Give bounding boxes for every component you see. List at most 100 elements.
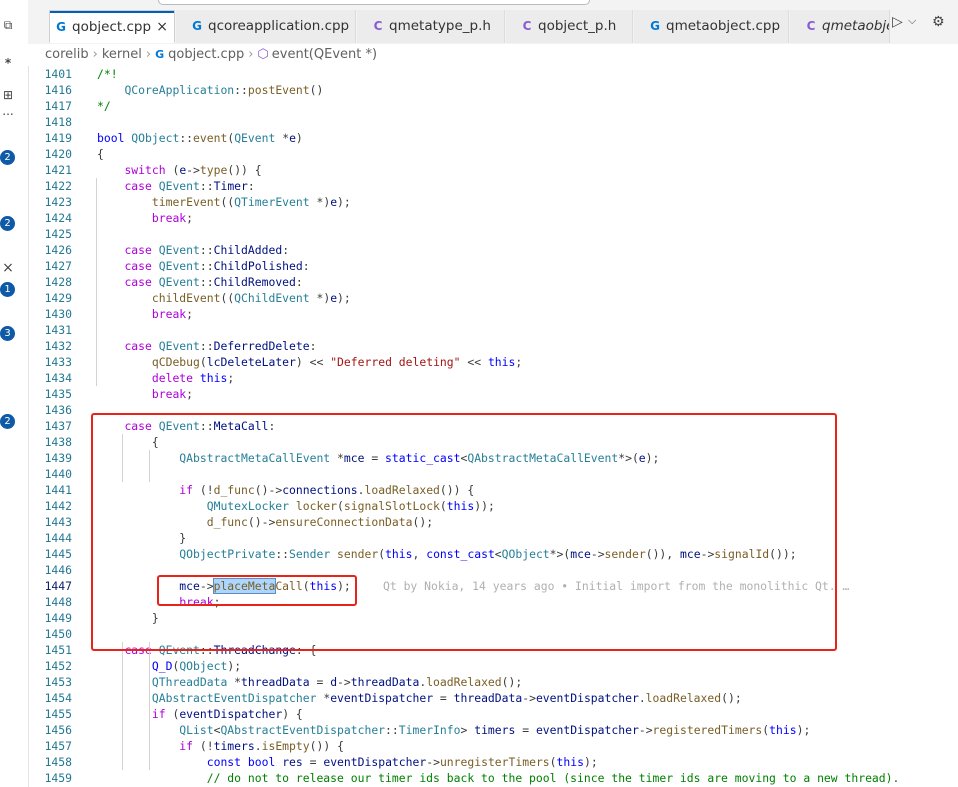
tab-qmetaobject-cpp[interactable]: Gqmetaobject.cpp	[634, 10, 789, 43]
code-text[interactable]: const bool res = eventDispatcher->unregi…	[97, 754, 598, 770]
code-line[interactable]: 1459 // do not to release our timer ids …	[28, 770, 958, 786]
badge[interactable]: 2	[0, 414, 15, 429]
chevron-down-icon[interactable]: ⌵	[908, 14, 916, 28]
code-line[interactable]: 1427 case QEvent::ChildPolished:	[28, 258, 958, 274]
run-icon[interactable]: ▷	[892, 14, 903, 30]
code-line[interactable]: 1428 case QEvent::ChildRemoved:	[28, 274, 958, 290]
tab-qobject-cpp[interactable]: Gqobject.cpp ×	[49, 10, 175, 43]
code-line[interactable]: 1439 QAbstractMetaCallEvent *mce = stati…	[28, 450, 958, 466]
code-line[interactable]: 1435 break;	[28, 386, 958, 402]
code-line[interactable]: 1418	[28, 114, 958, 130]
code-line[interactable]: 1420 {	[28, 146, 958, 162]
code-line[interactable]: 1445 QObjectPrivate::Sender sender(this,…	[28, 546, 958, 562]
code-line[interactable]: 1426 case QEvent::ChildAdded:	[28, 242, 958, 258]
code-text[interactable]: break;	[97, 594, 220, 610]
code-line[interactable]: 1433 qCDebug(lcDeleteLater) << "Deferred…	[28, 354, 958, 370]
code-text[interactable]: switch (e->type()) {	[97, 162, 261, 178]
tab-qmetaobject-h[interactable]: Cqmetaobjec	[790, 10, 890, 43]
close-icon[interactable]: ×	[0, 260, 16, 276]
code-line[interactable]: 1447 mce->placeMetaCall(this); Qt by Noki…	[28, 578, 958, 594]
code-line[interactable]: 1443 d_func()->ensureConnectionData();	[28, 514, 958, 530]
badge[interactable]: 2	[0, 216, 15, 231]
code-line[interactable]: 1429 childEvent((QChildEvent *)e);	[28, 290, 958, 306]
gear-icon[interactable]: ⚙	[932, 14, 945, 30]
badge[interactable]: 3	[0, 326, 15, 341]
code-text[interactable]: QMutexLocker locker(signalSlotLock(this)…	[97, 498, 495, 514]
copy-icon[interactable]: ⧉	[0, 18, 16, 33]
code-text[interactable]: {	[97, 146, 104, 162]
code-line[interactable]: 1444 }	[28, 530, 958, 546]
code-line[interactable]: 1456 QList<QAbstractEventDispatcher::Tim…	[28, 722, 958, 738]
code-line[interactable]: 1442 QMutexLocker locker(signalSlotLock(…	[28, 498, 958, 514]
code-text[interactable]: // do not to release our timer ids back …	[97, 770, 900, 786]
code-text[interactable]: break;	[97, 210, 193, 226]
code-line[interactable]: 1455 if (eventDispatcher) {	[28, 706, 958, 722]
code-text[interactable]: QObjectPrivate::Sender sender(this, cons…	[97, 546, 796, 562]
code-line[interactable]: 1437 case QEvent::MetaCall:	[28, 418, 958, 434]
code-text[interactable]: if (eventDispatcher) {	[97, 706, 303, 722]
code-text[interactable]: case QEvent::ChildRemoved:	[97, 274, 302, 290]
code-line[interactable]: 1453 QThreadData *threadData = d->thread…	[28, 674, 958, 690]
code-text[interactable]: QThreadData *threadData = d->threadData.…	[97, 674, 522, 690]
code-line[interactable]: 1417 */	[28, 98, 958, 114]
code-line[interactable]: 1421 switch (e->type()) {	[28, 162, 958, 178]
code-line[interactable]: 1401 /*!	[28, 66, 958, 82]
code-line[interactable]: 1451 case QEvent::ThreadChange: {	[28, 642, 958, 658]
code-line[interactable]: 1416 QCoreApplication::postEvent()	[28, 82, 958, 98]
code-editor[interactable]: 1401 /*! 1416 QCoreApplication::postEvent(…	[28, 66, 958, 787]
code-text[interactable]: case QEvent::ThreadChange: {	[97, 642, 316, 658]
code-text[interactable]: childEvent((QChildEvent *)e);	[97, 290, 351, 306]
code-text[interactable]: }	[97, 530, 186, 546]
code-line[interactable]: 1440	[28, 466, 958, 482]
code-text[interactable]: delete this;	[97, 370, 234, 386]
code-text[interactable]: qCDebug(lcDeleteLater) << "Deferred dele…	[97, 354, 522, 370]
code-text[interactable]: case QEvent::MetaCall:	[97, 418, 275, 434]
code-text[interactable]: mce->placeMetaCall(this);	[97, 578, 351, 594]
code-text[interactable]: {	[97, 434, 159, 450]
code-text[interactable]: bool QObject::event(QEvent *e)	[97, 130, 303, 146]
code-line[interactable]: 1449 }	[28, 610, 958, 626]
code-line[interactable]: 1419 bool QObject::event(QEvent *e)	[28, 130, 958, 146]
code-line[interactable]: 1448 break;	[28, 594, 958, 610]
code-text[interactable]: break;	[97, 386, 193, 402]
code-line[interactable]: 1422 case QEvent::Timer:	[28, 178, 958, 194]
code-text[interactable]: QAbstractMetaCallEvent *mce = static_cas…	[97, 450, 659, 466]
code-line[interactable]: 1446	[28, 562, 958, 578]
code-text[interactable]: case QEvent::DeferredDelete:	[97, 338, 316, 354]
code-line[interactable]: 1436	[28, 402, 958, 418]
code-text[interactable]: d_func()->ensureConnectionData();	[97, 514, 433, 530]
code-text[interactable]: QList<QAbstractEventDispatcher::TimerInf…	[97, 722, 810, 738]
breadcrumb-corelib[interactable]: corelib	[45, 47, 89, 62]
code-text[interactable]: timerEvent((QTimerEvent *)e);	[97, 194, 351, 210]
code-line[interactable]: 1454 QAbstractEventDispatcher *eventDisp…	[28, 690, 958, 706]
code-line[interactable]: 1432 case QEvent::DeferredDelete:	[28, 338, 958, 354]
badge[interactable]: 2	[0, 150, 15, 165]
code-text[interactable]: Q_D(QObject);	[97, 658, 241, 674]
code-line[interactable]: 1441 if (!d_func()->connections.loadRela…	[28, 482, 958, 498]
code-text[interactable]: QCoreApplication::postEvent()	[97, 82, 323, 98]
code-line[interactable]: 1431	[28, 322, 958, 338]
tab-qmetatype-p-h[interactable]: Cqmetatype_p.h	[357, 10, 505, 43]
code-text[interactable]: */	[97, 98, 111, 114]
breadcrumb-file[interactable]: qobject.cpp	[168, 47, 244, 62]
code-line[interactable]: 1430 break;	[28, 306, 958, 322]
tab-qobject-p-h[interactable]: Cqobject_p.h	[506, 10, 633, 43]
code-text[interactable]: case QEvent::Timer:	[97, 178, 254, 194]
command-center[interactable]	[158, 0, 590, 5]
badge[interactable]: 1	[0, 282, 15, 297]
code-text[interactable]: case QEvent::ChildPolished:	[97, 258, 309, 274]
code-line[interactable]: 1423 timerEvent((QTimerEvent *)e);	[28, 194, 958, 210]
modified-marker-icon[interactable]: *	[0, 56, 16, 70]
code-text[interactable]: /*!	[97, 66, 118, 82]
code-line[interactable]: 1425	[28, 226, 958, 242]
extensions-icon[interactable]: ⊞	[0, 88, 16, 102]
code-line[interactable]: 1450	[28, 626, 958, 642]
code-line[interactable]: 1434 delete this;	[28, 370, 958, 386]
code-text[interactable]: }	[97, 610, 159, 626]
tab-qcoreapplication-cpp[interactable]: Gqcoreapplication.cpp	[176, 10, 356, 43]
code-line[interactable]: 1424 break;	[28, 210, 958, 226]
code-text[interactable]: break;	[97, 306, 193, 322]
breadcrumb-symbol[interactable]: event(QEvent *)	[272, 47, 377, 62]
code-line[interactable]: 1457 if (!timers.isEmpty()) {	[28, 738, 958, 754]
breadcrumb-kernel[interactable]: kernel	[102, 47, 142, 62]
